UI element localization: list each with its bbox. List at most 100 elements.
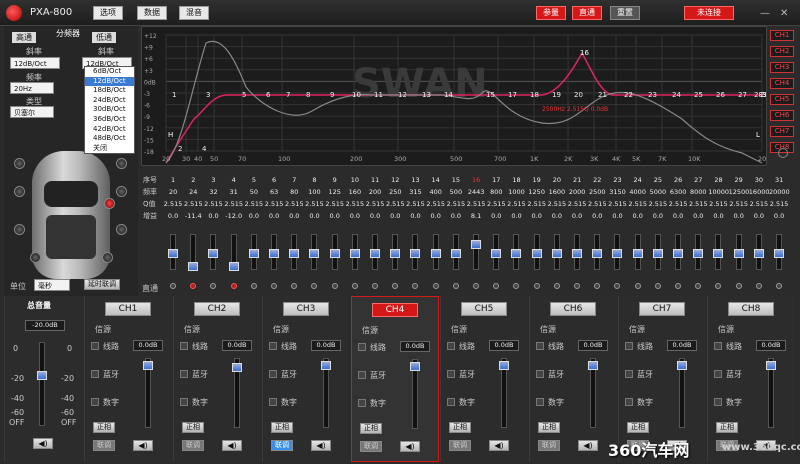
eq-q-cell[interactable]: 2.515 [183,199,203,209]
connection-status-button[interactable]: 未连接 [684,6,734,20]
eq-q-cell[interactable]: 2.515 [446,199,466,209]
eq-gain-cell[interactable]: 0.0 [446,211,466,221]
eq-q-cell[interactable]: 2.515 [688,199,708,209]
channel-mute-icon[interactable]: ◀) [489,440,509,451]
eq-q-cell[interactable]: 2.515 [385,199,405,209]
channel-select-ch3[interactable]: CH3 [770,62,794,73]
digital-checkbox[interactable] [269,398,277,406]
eq-gain-slider[interactable] [269,234,279,270]
eq-gain-cell[interactable]: 0.0 [708,211,728,221]
eq-gain-cell[interactable]: 0.0 [688,211,708,221]
channel-button[interactable]: CH5 [461,302,507,316]
eq-gain-cell[interactable]: 0.0 [769,211,789,221]
eq-q-cell[interactable]: 2.515 [365,199,385,209]
line-checkbox[interactable] [269,342,277,350]
master-volume-value[interactable]: -20.0dB [25,320,65,331]
eq-gain-cell[interactable]: 0.0 [284,211,304,221]
eq-q-cell[interactable]: 2.515 [244,199,264,209]
eq-gain-knob[interactable] [753,249,764,258]
eq-gain-cell[interactable]: 0.0 [729,211,749,221]
eq-freq-cell[interactable]: 250 [385,187,405,197]
eq-bypass-toggle[interactable] [594,283,601,289]
channel-gain-value[interactable]: 0.0dB [133,340,163,351]
eq-q-cell[interactable]: 2.515 [426,199,446,209]
eq-gain-cell[interactable]: -12.0 [224,211,244,221]
eq-gain-slider[interactable] [450,234,461,270]
parametric-button[interactable]: 参量 [536,6,566,20]
eq-gain-knob[interactable] [248,249,259,258]
eq-gain-cell[interactable]: 0.0 [385,211,405,221]
channel-gain-value[interactable]: 0.0dB [756,340,786,351]
channel-mute-icon[interactable]: ◀) [400,441,420,452]
eq-gain-cell[interactable]: 0.0 [607,211,627,221]
eq-gain-slider[interactable] [693,234,704,270]
bluetooth-checkbox[interactable] [269,370,277,378]
eq-gain-slider[interactable] [289,234,300,270]
eq-gain-slider[interactable] [329,234,340,270]
eq-gain-knob[interactable] [491,249,502,258]
speaker-selected-icon[interactable] [104,198,115,209]
eq-gain-slider[interactable] [228,234,239,272]
eq-q-cell[interactable]: 2.515 [708,199,728,209]
eq-gain-knob[interactable] [349,249,360,258]
slope-option[interactable]: 6dB/Oct [85,67,134,77]
eq-q-cell[interactable]: 2.515 [304,199,324,209]
eq-gain-slider[interactable] [673,234,683,270]
eq-gain-cell[interactable]: 0.0 [163,211,183,221]
eq-gain-knob[interactable] [693,249,704,258]
digital-checkbox[interactable] [358,399,366,407]
channel-button[interactable]: CH1 [105,302,151,316]
eq-gain-cell[interactable]: 0.0 [264,211,284,221]
eq-gain-slider[interactable] [370,234,380,270]
eq-q-cell[interactable]: 2.515 [668,199,688,209]
eq-gain-cell[interactable]: 0.0 [648,211,668,221]
eq-gain-slider[interactable] [612,234,623,270]
eq-bypass-toggle[interactable] [311,283,318,289]
eq-freq-cell[interactable]: 1250 [527,187,547,197]
eq-bypass-toggle[interactable] [331,283,338,289]
speaker-mid-right-icon[interactable] [116,186,127,197]
eq-bypass-toggle[interactable] [190,283,197,289]
channel-mute-icon[interactable]: ◀) [133,440,153,451]
eq-gain-slider[interactable] [652,234,663,270]
eq-bypass-toggle[interactable] [210,283,217,289]
channel-volume-knob[interactable] [677,361,687,370]
eq-q-cell[interactable]: 2.515 [224,199,244,209]
eq-gain-knob[interactable] [572,249,582,258]
eq-gain-knob[interactable] [713,249,724,258]
eq-freq-cell[interactable]: 160 [345,187,365,197]
eq-freq-cell[interactable]: 6300 [668,187,688,197]
channel-gain-value[interactable]: 0.0dB [667,340,697,351]
phase-button[interactable]: 正相 [716,422,738,433]
eq-gain-slider[interactable] [471,234,481,270]
eq-gain-cell[interactable]: 0.0 [345,211,365,221]
channel-button[interactable]: CH2 [194,302,240,316]
eq-freq-cell[interactable]: 32 [203,187,223,197]
eq-bypass-toggle[interactable] [735,283,742,289]
eq-freq-cell[interactable]: 4000 [628,187,648,197]
slope-option[interactable]: 18dB/Oct [85,86,134,96]
eq-freq-cell[interactable]: 200 [365,187,385,197]
slope-option[interactable]: 关闭 [85,144,134,154]
digital-checkbox[interactable] [180,398,188,406]
eq-bypass-toggle[interactable] [291,283,298,289]
eq-gain-cell[interactable]: 0.0 [325,211,345,221]
eq-gain-slider[interactable] [491,234,502,270]
master-volume-slider[interactable] [37,342,47,426]
eq-bypass-toggle[interactable] [493,283,500,289]
eq-freq-cell[interactable]: 63 [264,187,284,197]
channel-select-ch4[interactable]: CH4 [770,78,794,89]
eq-gain-cell[interactable]: 0.0 [203,211,223,221]
high-slope-select[interactable]: 12dB/Oct [10,57,60,69]
eq-gain-slider[interactable] [572,234,582,270]
bluetooth-checkbox[interactable] [180,370,188,378]
eq-q-cell[interactable]: 2.515 [405,199,425,209]
phase-button[interactable]: 正相 [93,422,115,433]
eq-gain-slider[interactable] [309,234,320,270]
eq-gain-slider[interactable] [733,234,744,270]
eq-bypass-toggle[interactable] [513,283,520,289]
eq-gain-knob[interactable] [450,249,461,258]
eq-q-cell[interactable]: 2.515 [506,199,526,209]
eq-freq-cell[interactable]: 12500 [729,187,750,197]
eq-gain-slider[interactable] [410,234,421,270]
